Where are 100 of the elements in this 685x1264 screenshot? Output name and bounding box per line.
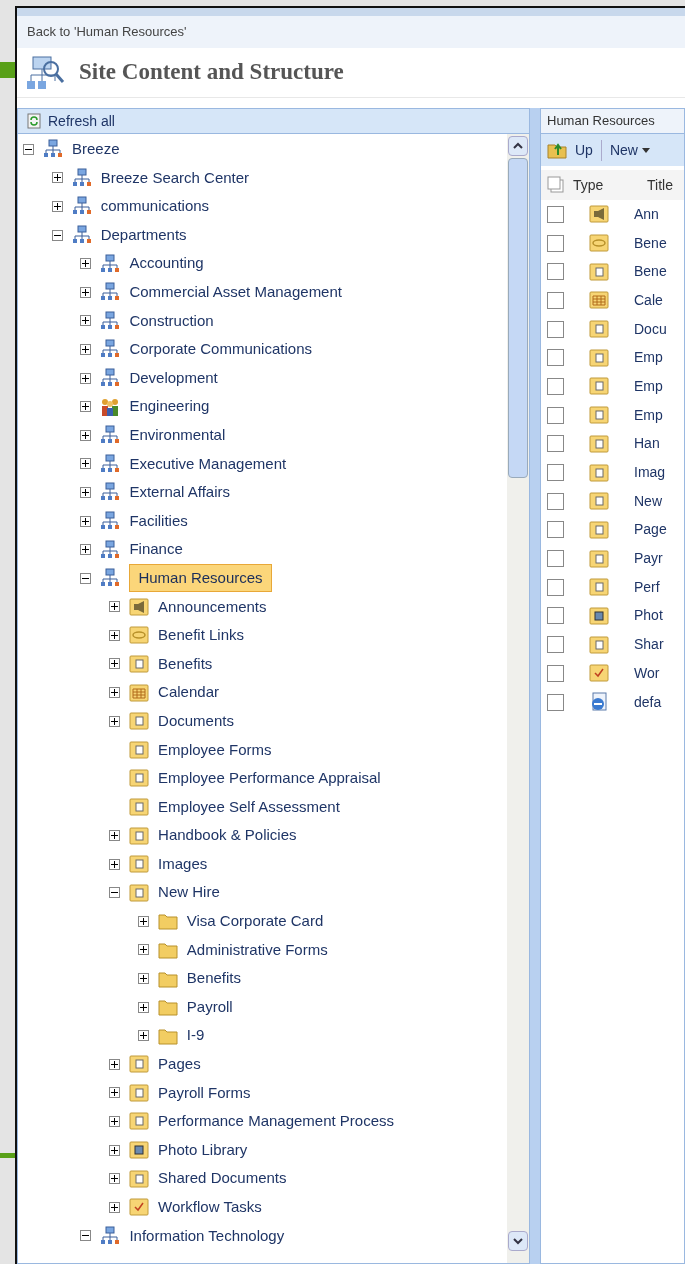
tree-item[interactable]: Employee Forms — [158, 738, 272, 761]
tree-item[interactable]: Benefit Links — [158, 624, 244, 647]
tree-item[interactable]: Facilities — [129, 509, 188, 533]
row-checkbox[interactable] — [547, 377, 564, 395]
back-link[interactable]: Back to 'Human Resources' — [27, 22, 187, 42]
tree-item[interactable]: Employee Performance Appraisal — [158, 767, 381, 790]
tree-item[interactable]: New Hire — [158, 881, 220, 904]
row-checkbox[interactable] — [547, 578, 564, 596]
scroll-thumb[interactable] — [508, 158, 528, 478]
refresh-all-button[interactable]: Refresh all — [48, 110, 115, 132]
tree-item[interactable]: Information Technology — [129, 1224, 285, 1248]
row-checkbox[interactable] — [547, 693, 564, 711]
up-folder-icon[interactable] — [547, 141, 567, 159]
tree-item[interactable]: Images — [158, 852, 208, 876]
tree-item[interactable]: Departments — [100, 223, 187, 247]
table-cell[interactable]: Shar — [634, 634, 664, 656]
scroll-down-icon[interactable] — [508, 1231, 528, 1251]
expand-icon[interactable] — [109, 830, 121, 842]
table-cell[interactable]: Docu — [634, 318, 667, 340]
tree-item[interactable]: Workflow Tasks — [158, 1196, 262, 1219]
expand-icon[interactable] — [137, 973, 149, 984]
tree-item[interactable]: Development — [129, 366, 218, 390]
expand-icon[interactable] — [80, 372, 92, 384]
table-cell[interactable]: Cale — [634, 289, 663, 311]
collapse-icon[interactable] — [51, 229, 63, 241]
tree-item[interactable]: Finance — [129, 538, 183, 561]
table-cell[interactable]: Imag — [634, 462, 666, 484]
table-cell[interactable]: Ann — [634, 203, 659, 225]
expand-icon[interactable] — [109, 715, 121, 727]
expand-icon[interactable] — [109, 1173, 121, 1185]
expand-icon[interactable] — [109, 1144, 121, 1156]
row-checkbox[interactable] — [547, 664, 564, 682]
expand-icon[interactable] — [80, 429, 92, 441]
tree-item[interactable]: Accounting — [129, 252, 204, 275]
tree-item[interactable]: Human Resources — [129, 563, 272, 593]
column-header[interactable]: Title — [647, 174, 673, 196]
expand-icon[interactable] — [80, 486, 92, 498]
row-checkbox[interactable] — [547, 607, 564, 625]
table-cell[interactable]: Bene — [634, 232, 667, 254]
expand-icon[interactable] — [51, 172, 63, 184]
tree-item[interactable]: Administrative Forms — [186, 938, 328, 962]
expand-icon[interactable] — [109, 1116, 121, 1127]
expand-icon[interactable] — [109, 858, 121, 870]
expand-icon[interactable] — [80, 544, 92, 556]
expand-icon[interactable] — [109, 601, 121, 613]
tree-item[interactable]: Visa Corporate Card — [186, 910, 324, 933]
row-checkbox[interactable] — [547, 521, 564, 539]
collapse-icon[interactable] — [80, 572, 92, 584]
tree-item[interactable]: Calendar — [158, 681, 219, 704]
expand-icon[interactable] — [80, 515, 92, 527]
expand-icon[interactable] — [51, 201, 63, 212]
tree-item[interactable]: Commercial Asset Management — [129, 281, 342, 304]
row-checkbox[interactable] — [547, 550, 564, 568]
table-cell[interactable]: Emp — [634, 404, 663, 426]
table-cell[interactable]: Payr — [634, 548, 663, 570]
tree-item[interactable]: Executive Management — [129, 452, 287, 476]
tree-item[interactable]: Engineering — [129, 395, 210, 418]
expand-icon[interactable] — [80, 458, 92, 470]
expand-icon[interactable] — [109, 629, 121, 641]
tree-item[interactable]: Benefits — [186, 967, 241, 990]
row-checkbox[interactable] — [547, 205, 564, 223]
table-cell[interactable]: Emp — [634, 375, 663, 397]
tree-item[interactable]: Construction — [129, 309, 214, 333]
refresh-icon[interactable] — [26, 113, 42, 129]
tree-item[interactable]: External Affairs — [129, 481, 230, 504]
tree-item[interactable]: Breeze Search Center — [100, 166, 250, 190]
new-button[interactable]: New — [609, 139, 650, 161]
table-cell[interactable]: Phot — [634, 605, 663, 627]
expand-icon[interactable] — [109, 1087, 121, 1099]
expand-icon[interactable] — [80, 343, 92, 355]
row-checkbox[interactable] — [547, 435, 564, 453]
expand-icon[interactable] — [137, 915, 149, 927]
row-checkbox[interactable] — [547, 406, 564, 424]
tree-item[interactable]: Payroll Forms — [158, 1081, 251, 1105]
tree-item[interactable]: I-9 — [186, 1024, 205, 1047]
expand-icon[interactable] — [109, 1201, 121, 1213]
tree-item[interactable]: Pages — [158, 1053, 201, 1076]
table-cell[interactable]: Wor — [634, 662, 660, 684]
table-cell[interactable]: Emp — [634, 347, 663, 369]
row-checkbox[interactable] — [547, 492, 564, 510]
table-cell[interactable]: Bene — [634, 261, 667, 283]
row-checkbox[interactable] — [547, 636, 564, 654]
expand-icon[interactable] — [109, 1058, 121, 1070]
expand-icon[interactable] — [109, 658, 121, 670]
scrollbar[interactable] — [507, 134, 529, 1263]
expand-icon[interactable] — [80, 286, 92, 298]
up-button[interactable]: Up — [575, 139, 602, 161]
row-checkbox[interactable] — [547, 464, 564, 482]
table-cell[interactable]: Han — [634, 433, 660, 455]
tree-item[interactable]: Handbook & Policies — [158, 824, 297, 847]
expand-icon[interactable] — [137, 1030, 149, 1042]
row-checkbox[interactable] — [547, 234, 564, 252]
collapse-icon[interactable] — [23, 143, 34, 155]
tree-item[interactable]: Benefits — [158, 652, 213, 676]
row-checkbox[interactable] — [547, 320, 564, 338]
expand-icon[interactable] — [80, 401, 92, 413]
row-checkbox[interactable] — [547, 291, 564, 309]
table-cell[interactable]: Page — [634, 519, 667, 541]
tree-item[interactable]: Breeze — [72, 138, 120, 161]
tree-item[interactable]: Photo Library — [158, 1138, 248, 1162]
